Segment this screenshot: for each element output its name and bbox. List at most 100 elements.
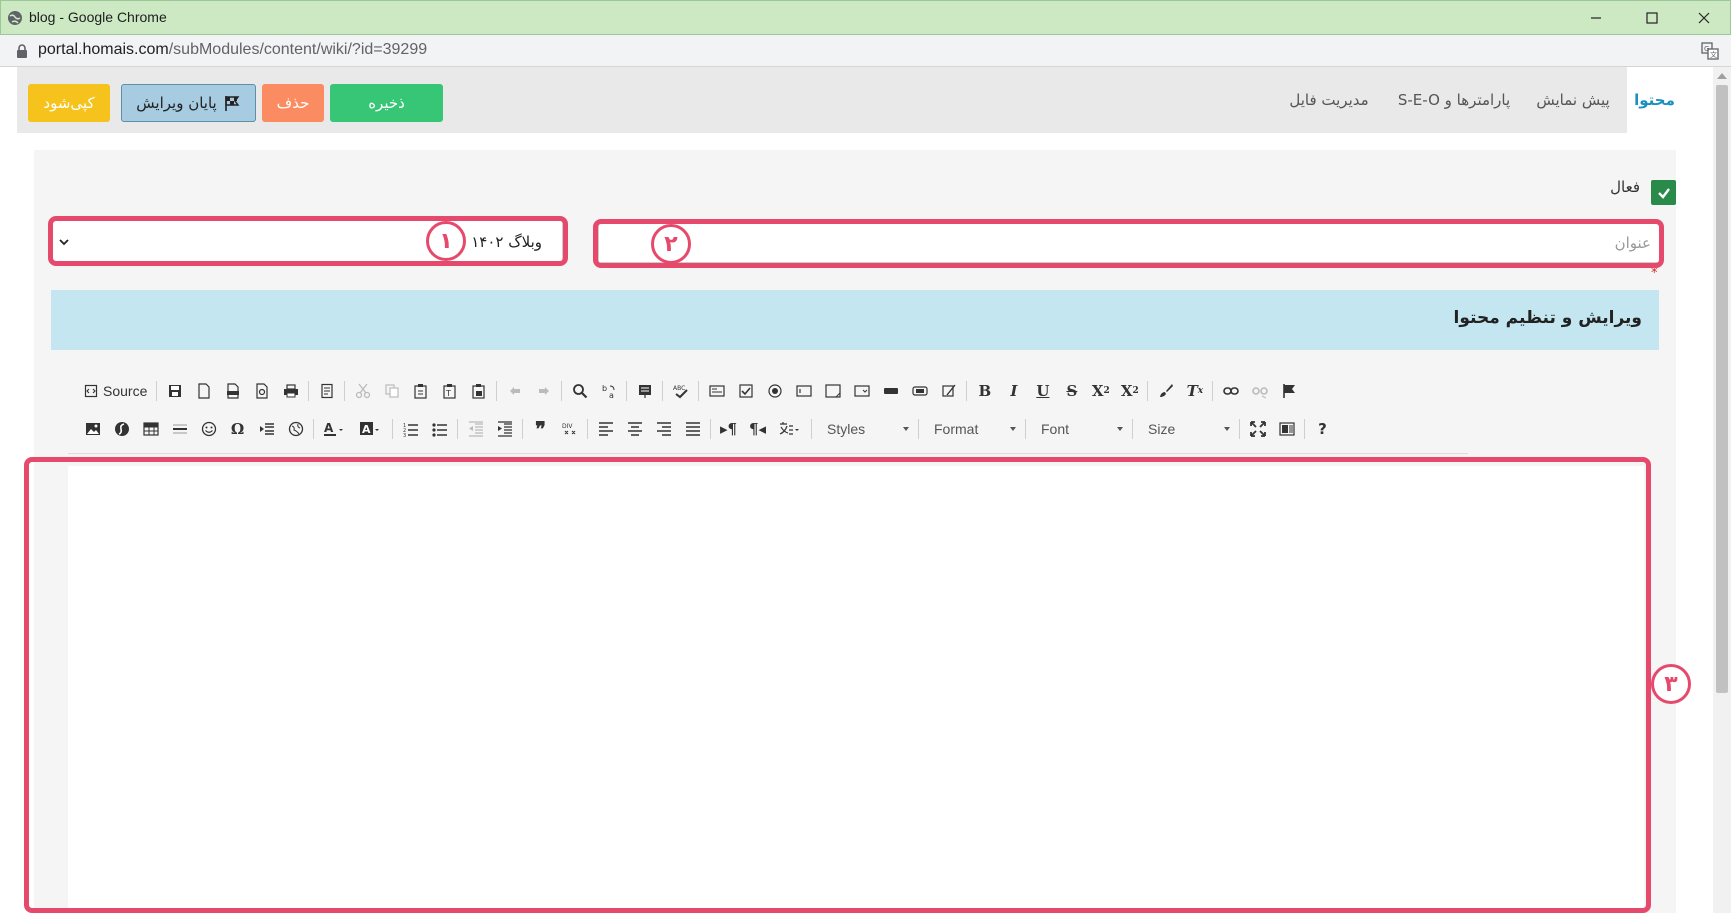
help-button[interactable]: ?: [1308, 416, 1337, 442]
iframe-button[interactable]: [281, 416, 310, 442]
styles-dropdown[interactable]: Styles: [815, 416, 915, 442]
button-field-button[interactable]: [876, 378, 905, 404]
save-button[interactable]: ذخیره: [330, 84, 443, 122]
bold-button[interactable]: B: [970, 378, 999, 404]
show-blocks-button[interactable]: [1272, 416, 1301, 442]
finish-edit-label: پایان ویرایش: [136, 94, 217, 112]
url-text[interactable]: portal.homais.com/subModules/content/wik…: [38, 41, 427, 59]
page-break-button[interactable]: [252, 416, 281, 442]
tab-parameters-seo[interactable]: پارامترها و S-E-O: [1389, 67, 1519, 133]
page-scrollbar[interactable]: [1713, 67, 1731, 913]
table-button[interactable]: [136, 416, 165, 442]
subscript-button[interactable]: X2: [1086, 378, 1115, 404]
finish-edit-button[interactable]: پایان ویرایش: [121, 84, 256, 122]
language-button[interactable]: [772, 416, 808, 442]
templates-button[interactable]: [312, 378, 341, 404]
paste-text-button[interactable]: T: [435, 378, 464, 404]
align-left-icon: [598, 422, 613, 436]
tab-file-management[interactable]: مدیریت فایل: [1279, 67, 1379, 133]
justify-button[interactable]: [678, 416, 707, 442]
cut-icon: [355, 383, 371, 399]
size-dropdown[interactable]: Size: [1136, 416, 1236, 442]
toolbar-separator: [496, 381, 498, 401]
active-checkbox[interactable]: [1651, 180, 1676, 205]
maximize-button[interactable]: [1629, 5, 1675, 31]
spellcheck-button[interactable]: ABC: [666, 378, 695, 404]
special-char-button[interactable]: Ω: [223, 416, 252, 442]
maximize-editor-button[interactable]: [1243, 416, 1272, 442]
toolbar-separator: [626, 381, 628, 401]
format-dropdown[interactable]: Format: [922, 416, 1022, 442]
save-doc-button[interactable]: [160, 378, 189, 404]
delete-button[interactable]: حذف: [262, 84, 324, 122]
bg-color-button[interactable]: A: [353, 416, 389, 442]
copy-text-button[interactable]: [377, 378, 406, 404]
toolbar-row-1: Source T ba ABC B I U S X 2 X 2 T x: [78, 376, 1303, 406]
align-left-button[interactable]: [591, 416, 620, 442]
unlink-button[interactable]: [1245, 378, 1274, 404]
strike-button[interactable]: S: [1057, 378, 1086, 404]
redo-button[interactable]: [529, 378, 558, 404]
smiley-icon: [201, 421, 216, 437]
numbered-list-button[interactable]: 123: [396, 416, 425, 442]
scroll-up-icon[interactable]: [1717, 73, 1727, 79]
preview-button[interactable]: [247, 378, 276, 404]
bulleted-list-button[interactable]: [425, 416, 454, 442]
chevron-down-icon: [903, 427, 909, 431]
horizontal-rule-button[interactable]: [165, 416, 194, 442]
source-button[interactable]: Source: [78, 383, 153, 399]
address-bar[interactable]: portal.homais.com/subModules/content/wik…: [0, 35, 1731, 67]
scrollbar-thumb[interactable]: [1716, 85, 1728, 693]
smiley-button[interactable]: [194, 416, 223, 442]
minimize-button[interactable]: [1573, 5, 1619, 31]
text-field-button[interactable]: [789, 378, 818, 404]
tab-preview[interactable]: پیش نمایش: [1525, 67, 1621, 133]
remove-format-button[interactable]: Tx: [1180, 378, 1209, 404]
hidden-field-button[interactable]: [934, 378, 963, 404]
text-color-button[interactable]: A: [317, 416, 353, 442]
cut-button[interactable]: [348, 378, 377, 404]
image-button-field-button[interactable]: [905, 378, 934, 404]
image-button[interactable]: [78, 416, 107, 442]
close-icon: [1698, 12, 1710, 24]
tab-content[interactable]: محتوا: [1627, 67, 1682, 133]
radio-button[interactable]: [760, 378, 789, 404]
checkbox-button[interactable]: [731, 378, 760, 404]
replace-button[interactable]: ba: [594, 378, 623, 404]
svg-text:G: G: [1704, 45, 1709, 53]
paste-word-button[interactable]: [464, 378, 493, 404]
new-page-button[interactable]: [189, 378, 218, 404]
export-pdf-button[interactable]: [218, 378, 247, 404]
font-dropdown[interactable]: Font: [1029, 416, 1129, 442]
undo-button[interactable]: [500, 378, 529, 404]
align-right-button[interactable]: [649, 416, 678, 442]
translate-icon[interactable]: G 文: [1701, 42, 1719, 60]
find-button[interactable]: [565, 378, 594, 404]
align-center-button[interactable]: [620, 416, 649, 442]
print-button[interactable]: [276, 378, 305, 404]
flash-button[interactable]: [107, 416, 136, 442]
outdent-button[interactable]: [461, 416, 490, 442]
anchor-button[interactable]: [1274, 378, 1303, 404]
create-div-button[interactable]: DIV: [555, 416, 584, 442]
blockquote-button[interactable]: ❞: [526, 416, 555, 442]
ltr-button[interactable]: ▸¶: [714, 416, 743, 442]
paintbrush-icon: [1159, 384, 1173, 397]
paste-button[interactable]: [406, 378, 435, 404]
rtl-button[interactable]: ¶◂: [743, 416, 772, 442]
copy-format-button[interactable]: [1151, 378, 1180, 404]
close-window-button[interactable]: [1681, 5, 1727, 31]
svg-text:DIV: DIV: [562, 423, 573, 430]
textarea-button[interactable]: [818, 378, 847, 404]
indent-button[interactable]: [490, 416, 519, 442]
chevron-down-icon: [1010, 427, 1016, 431]
underline-button[interactable]: U: [1028, 378, 1057, 404]
superscript-button[interactable]: X2: [1115, 378, 1144, 404]
select-all-button[interactable]: [630, 378, 659, 404]
copy-button[interactable]: کپی‌شود: [28, 84, 110, 122]
select-field-button[interactable]: [847, 378, 876, 404]
link-button[interactable]: [1216, 378, 1245, 404]
italic-button[interactable]: I: [999, 378, 1028, 404]
pdf-icon: [226, 383, 239, 399]
form-button[interactable]: [702, 378, 731, 404]
